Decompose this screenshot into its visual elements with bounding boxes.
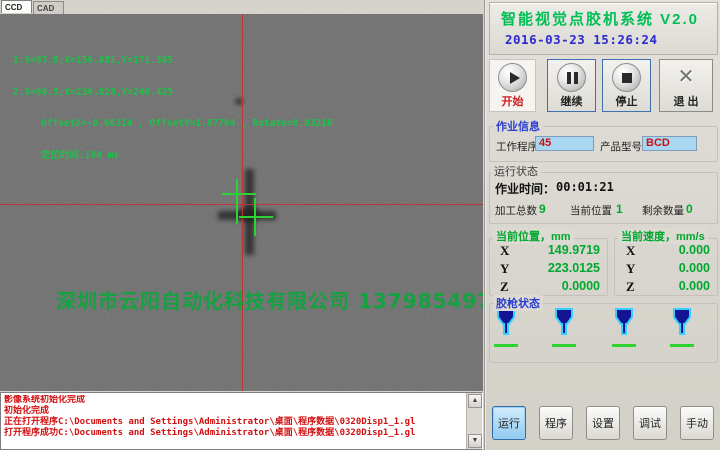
- start-button-label: 开始: [502, 93, 524, 109]
- glue-nozzle-icon: [672, 308, 692, 338]
- app-title: 智能视觉点胶机系统 V2.0: [501, 8, 699, 29]
- axis-label: Y: [626, 261, 635, 277]
- position-y-value: 223.0125: [548, 261, 600, 275]
- vision-match-cross-2: [254, 198, 256, 236]
- tab-ccd[interactable]: CCD: [1, 0, 32, 13]
- nav-settings-button[interactable]: 设置: [586, 406, 620, 440]
- log-panel[interactable]: 影像系统初始化完成 初始化完成 正在打开程序C:\Documents and S…: [0, 392, 483, 450]
- gun-status-indicator: [670, 344, 694, 347]
- vision-match-cross-2: [239, 216, 273, 218]
- position-z-value: 0.0000: [562, 279, 600, 293]
- remaining-count-value: 0: [686, 202, 693, 216]
- job-info-title: 作业信息: [493, 118, 543, 134]
- close-icon: ✕: [678, 63, 695, 92]
- title-box: 智能视觉点胶机系统 V2.0 2016-03-23 15:26:24: [489, 2, 718, 55]
- log-line: 正在打开程序C:\Documents and Settings\Administ…: [4, 417, 464, 428]
- exit-button[interactable]: ✕ 退 出: [659, 59, 713, 112]
- position-x-value: 149.9719: [548, 243, 600, 257]
- speed-z-value: 0.000: [679, 279, 710, 293]
- log-line: 影像系统初始化完成: [4, 395, 464, 406]
- main-window: CCD CAD 1:S=97.8;X=156.081,Y=171.585 2:S…: [0, 0, 720, 450]
- start-button[interactable]: 开始: [489, 59, 536, 112]
- axis-label: Y: [500, 261, 509, 277]
- stop-icon: [612, 63, 641, 92]
- stop-button[interactable]: 停止: [602, 59, 651, 112]
- job-time-label: 作业时间：: [495, 180, 555, 197]
- pause-icon: [557, 63, 586, 92]
- gun-status-indicator: [552, 344, 576, 347]
- vision-result-overlay: 1:S=97.8;X=156.081,Y=171.585 2:S=98.5;X=…: [13, 35, 333, 182]
- continue-button[interactable]: 继续: [547, 59, 596, 112]
- log-text-area: 影像系统初始化完成 初始化完成 正在打开程序C:\Documents and S…: [4, 395, 464, 447]
- total-count-value: 9: [539, 202, 546, 216]
- current-index-label: 当前位置: [570, 203, 612, 218]
- axis-label: Z: [626, 279, 635, 295]
- program-field[interactable]: 45: [535, 136, 594, 151]
- camera-view: 1:S=97.8;X=156.081,Y=171.585 2:S=98.5;X=…: [0, 14, 483, 391]
- continue-button-label: 继续: [561, 93, 583, 109]
- glue-nozzle-icon: [614, 308, 634, 338]
- crosshair-horizontal-line: [0, 204, 483, 205]
- nav-manual-button[interactable]: 手动: [680, 406, 714, 440]
- log-scrollbar[interactable]: ▲ ▼: [466, 393, 482, 449]
- vendor-watermark: 深圳市云阳自动化科技有限公司 13798549753: [56, 285, 483, 314]
- job-time-value: 00:01:21: [556, 180, 614, 194]
- vision-match-cross-1: [222, 193, 256, 195]
- datetime-display: 2016-03-23 15:26:24: [505, 32, 658, 47]
- axis-label: Z: [500, 279, 509, 295]
- vision-match-cross-1: [236, 179, 238, 224]
- glue-gun-title: 胶枪状态: [493, 295, 543, 311]
- speed-y-value: 0.000: [679, 261, 710, 275]
- program-label: 工作程序: [496, 139, 538, 154]
- nav-debug-button[interactable]: 调试: [633, 406, 667, 440]
- match-result-2: 2:S=98.5;X=230.828,Y=246.425: [13, 88, 333, 99]
- glue-nozzle-icon: [554, 308, 574, 338]
- control-panel: 智能视觉点胶机系统 V2.0 2016-03-23 15:26:24 开始 继续…: [484, 0, 720, 450]
- gun-status-indicator: [612, 344, 636, 347]
- position-title: 当前位置，mm: [493, 228, 574, 244]
- nav-program-button[interactable]: 程序: [539, 406, 573, 440]
- offset-result: OffsetX=-0.68314 , OffsetY=1.07704 , Rot…: [41, 119, 333, 130]
- model-label: 产品型号: [600, 139, 642, 154]
- scroll-down-icon[interactable]: ▼: [468, 434, 482, 448]
- speed-x-value: 0.000: [679, 243, 710, 257]
- run-status-title: 运行状态: [491, 163, 541, 179]
- scroll-up-icon[interactable]: ▲: [468, 394, 482, 408]
- axis-label: X: [626, 243, 635, 259]
- model-field[interactable]: BCD: [642, 136, 697, 151]
- current-index-value: 1: [616, 202, 623, 216]
- nav-run-button[interactable]: 运行: [492, 406, 526, 440]
- match-result-1: 1:S=97.8;X=156.081,Y=171.585: [13, 56, 333, 67]
- play-icon: [498, 63, 527, 92]
- locate-time: 定位时间:100 ms: [41, 151, 333, 162]
- speed-title: 当前速度，mm/s: [618, 228, 708, 244]
- axis-label: X: [500, 243, 509, 259]
- log-line: 初始化完成: [4, 406, 464, 417]
- exit-button-label: 退 出: [673, 93, 698, 109]
- glue-nozzle-icon: [496, 308, 516, 338]
- log-line: 打开程序成功C:\Documents and Settings\Administ…: [4, 428, 464, 439]
- total-count-label: 加工总数: [495, 203, 537, 218]
- gun-status-indicator: [494, 344, 518, 347]
- stop-button-label: 停止: [616, 93, 638, 109]
- remaining-count-label: 剩余数量: [642, 203, 684, 218]
- tab-cad[interactable]: CAD: [33, 1, 64, 14]
